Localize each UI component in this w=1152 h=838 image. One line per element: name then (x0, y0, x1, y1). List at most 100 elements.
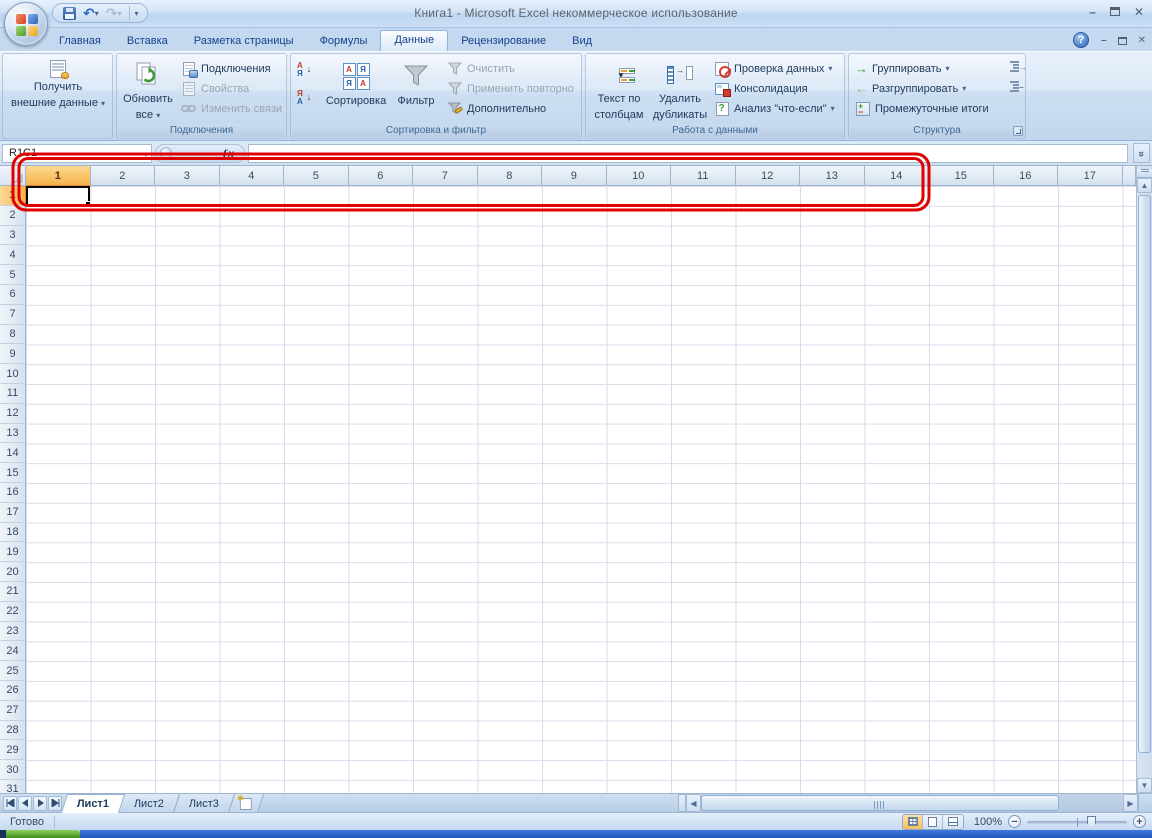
row-header[interactable]: 28 (0, 721, 26, 741)
first-sheet-button[interactable] (3, 796, 17, 811)
name-box[interactable]: R1C1 ▾ (2, 144, 152, 163)
scroll-left-button[interactable]: ◀ (686, 794, 701, 812)
zoom-in-button[interactable]: + (1133, 815, 1146, 828)
sheet-tab-list3[interactable]: Лист3 (173, 794, 235, 813)
column-header[interactable]: 1 (26, 166, 91, 186)
row-header[interactable]: 1 (0, 186, 26, 206)
normal-view-button[interactable] (903, 815, 923, 829)
outline-dialog-launcher[interactable] (1013, 126, 1023, 136)
select-all-button[interactable] (0, 166, 26, 186)
zoom-out-button[interactable]: − (1008, 815, 1021, 828)
column-header[interactable]: 16 (994, 166, 1059, 186)
insert-function-button[interactable]: ƒx (155, 144, 245, 163)
horizontal-scroll-track[interactable] (701, 794, 1123, 812)
row-header[interactable]: 19 (0, 542, 26, 562)
tab-glavnaya[interactable]: Главная (46, 31, 114, 51)
scroll-right-button[interactable]: ▶ (1123, 794, 1138, 812)
workbook-close-button[interactable]: ✕ (1138, 35, 1146, 46)
row-header[interactable]: 22 (0, 602, 26, 622)
close-button[interactable]: ✕ (1134, 5, 1144, 19)
row-header[interactable]: 18 (0, 523, 26, 543)
zoom-slider[interactable] (1027, 815, 1127, 829)
row-header[interactable]: 21 (0, 582, 26, 602)
row-header[interactable]: 24 (0, 641, 26, 661)
restore-button[interactable] (1110, 7, 1120, 16)
tab-vstavka[interactable]: Вставка (114, 31, 181, 51)
row-header[interactable]: 31 (0, 780, 26, 793)
row-header[interactable]: 5 (0, 265, 26, 285)
reapply-filter-button[interactable]: Применить повторно (447, 79, 574, 98)
workbook-restore-button[interactable] (1118, 37, 1127, 45)
advanced-filter-button[interactable]: Дополнительно (447, 99, 546, 118)
tab-vid[interactable]: Вид (559, 31, 605, 51)
row-header[interactable]: 7 (0, 305, 26, 325)
horizontal-scrollbar[interactable]: ◀ ▶ (686, 794, 1138, 812)
column-header[interactable]: 9 (542, 166, 607, 186)
expand-formula-bar-button[interactable]: » (1133, 143, 1150, 163)
column-header[interactable]: 3 (155, 166, 220, 186)
selected-cell[interactable] (26, 186, 90, 206)
connections-button[interactable]: Подключения (181, 59, 271, 78)
row-header[interactable]: 20 (0, 562, 26, 582)
row-header[interactable]: 2 (0, 206, 26, 226)
page-break-view-button[interactable] (943, 815, 963, 829)
row-header[interactable]: 12 (0, 404, 26, 424)
consolidate-button[interactable]: Консолидация (714, 79, 808, 98)
split-handle-vertical[interactable] (1137, 169, 1152, 178)
sort-button[interactable]: АЯ ЯА Сортировка (323, 57, 389, 123)
last-sheet-button[interactable] (48, 796, 62, 811)
row-header[interactable]: 23 (0, 622, 26, 642)
sort-asc-button[interactable]: АЯ ↓ (297, 60, 311, 79)
prev-sheet-button[interactable] (18, 796, 32, 811)
vertical-scrollbar[interactable]: ▲ ▼ (1136, 166, 1152, 793)
insert-sheet-button[interactable] (228, 794, 264, 813)
text-to-columns-button[interactable]: ▼ Текст по столбцам (590, 57, 648, 123)
tab-dannye[interactable]: Данные (380, 30, 448, 51)
row-header[interactable]: 10 (0, 364, 26, 384)
column-header[interactable]: 8 (478, 166, 543, 186)
clear-filter-button[interactable]: Очистить (447, 59, 515, 78)
sort-desc-button[interactable]: ЯА ↓ (297, 88, 311, 107)
subtotal-button[interactable]: Промежуточные итоги (855, 99, 989, 118)
column-header[interactable]: 15 (929, 166, 994, 186)
row-header[interactable]: 6 (0, 285, 26, 305)
tab-split-handle[interactable] (678, 794, 686, 812)
office-button[interactable] (4, 2, 48, 46)
row-header[interactable]: 9 (0, 344, 26, 364)
scroll-down-button[interactable]: ▼ (1137, 778, 1152, 793)
get-external-data-button[interactable]: Получить внешние данные ▾ (7, 57, 109, 135)
name-box-caret-icon[interactable]: ▾ (144, 150, 148, 159)
column-header[interactable]: 17 (1058, 166, 1123, 186)
column-header[interactable]: 4 (220, 166, 285, 186)
row-header[interactable]: 11 (0, 384, 26, 404)
data-validation-button[interactable]: Проверка данных ▾ (714, 59, 832, 78)
column-header[interactable]: 14 (865, 166, 930, 186)
tab-formuly[interactable]: Формулы (307, 31, 381, 51)
column-header[interactable]: 11 (671, 166, 736, 186)
row-header[interactable]: 8 (0, 325, 26, 345)
column-header[interactable]: 13 (800, 166, 865, 186)
filter-button[interactable]: Фильтр (391, 57, 441, 123)
row-header[interactable]: 15 (0, 463, 26, 483)
sheet-tab-list1[interactable]: Лист1 (61, 794, 125, 813)
row-header[interactable]: 3 (0, 226, 26, 246)
row-header[interactable]: 16 (0, 483, 26, 503)
scroll-up-button[interactable]: ▲ (1137, 178, 1152, 193)
column-header[interactable]: 5 (284, 166, 349, 186)
row-header[interactable]: 13 (0, 424, 26, 444)
zoom-level[interactable]: 100% (970, 816, 1002, 828)
cell-grid[interactable] (26, 186, 1136, 793)
page-layout-view-button[interactable] (923, 815, 943, 829)
column-header[interactable]: 7 (413, 166, 478, 186)
row-header[interactable]: 4 (0, 245, 26, 265)
row-header[interactable]: 29 (0, 740, 26, 760)
ungroup-button[interactable]: ← Разгруппировать ▾ (855, 79, 966, 98)
column-header[interactable]: 6 (349, 166, 414, 186)
workbook-minimize-button[interactable]: – (1101, 35, 1107, 46)
refresh-all-button[interactable]: Обновить все ▾ (122, 57, 174, 123)
group-button[interactable]: → Группировать ▾ (855, 59, 950, 78)
row-header[interactable]: 27 (0, 701, 26, 721)
tab-razmetka[interactable]: Разметка страницы (181, 31, 307, 51)
row-header[interactable]: 14 (0, 443, 26, 463)
column-header[interactable]: 10 (607, 166, 672, 186)
